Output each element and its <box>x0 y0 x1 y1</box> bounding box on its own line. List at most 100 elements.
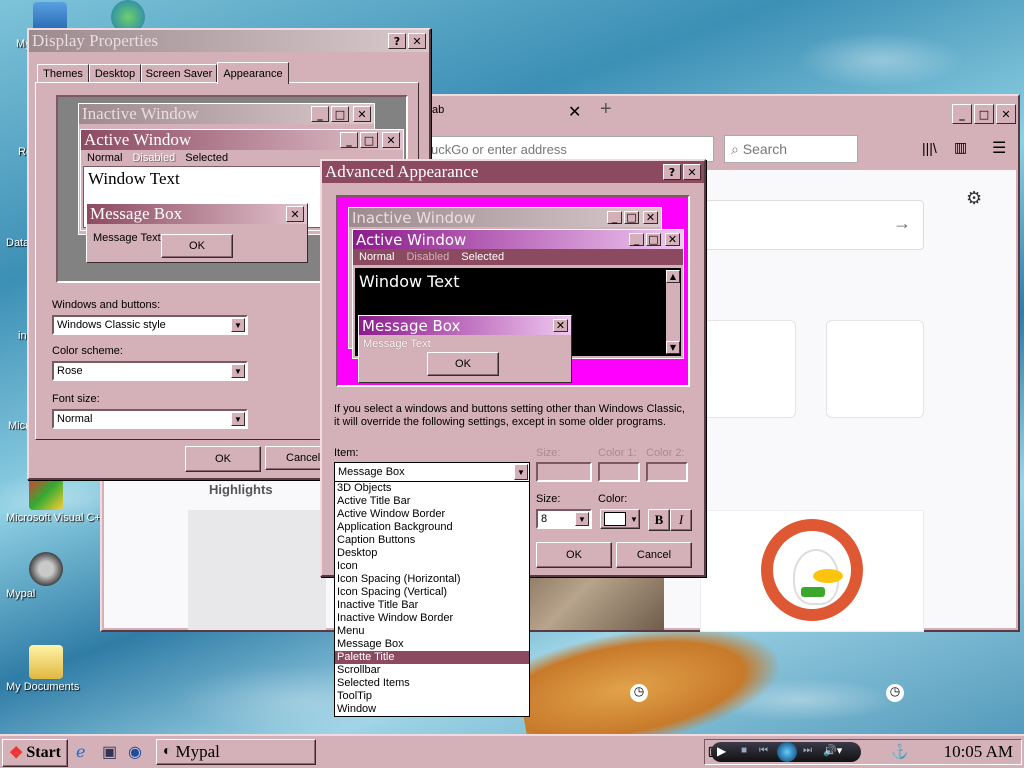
windows-buttons-select[interactable]: Windows Classic style ▼ <box>52 315 248 335</box>
list-item[interactable]: Scrollbar <box>335 664 529 677</box>
desktop-icon-mypal[interactable]: Mypal <box>6 552 86 600</box>
volume-icon[interactable]: 🔊▾ <box>823 744 842 757</box>
desktop-icon-data-label[interactable]: Data <box>6 237 29 249</box>
list-item[interactable]: ToolTip <box>335 690 529 703</box>
browser-tab-label[interactable]: ab <box>432 104 444 116</box>
tab-screen-saver[interactable]: Screen Saver <box>141 64 217 83</box>
minimize-button[interactable]: _ <box>952 104 972 124</box>
play-icon[interactable]: ▶ <box>717 744 726 758</box>
media-player-icon[interactable]: ◉ <box>128 742 142 762</box>
folder-icon <box>29 645 63 679</box>
list-item[interactable]: Inactive Title Bar <box>335 599 529 612</box>
mypal-icon: ◐ <box>163 744 172 759</box>
menu-icon[interactable]: ☰ <box>992 138 1006 158</box>
font-size-label: Size: <box>536 493 561 505</box>
arrow-right-icon: → <box>893 213 911 233</box>
sidebar-icon[interactable]: ▥ <box>954 139 967 156</box>
color-scheme-label: Color scheme: <box>52 345 123 357</box>
close-button[interactable]: ✕ <box>996 104 1016 124</box>
duckduckgo-logo-icon <box>761 519 863 621</box>
close-tab-icon[interactable]: ✕ <box>568 102 581 122</box>
cancel-button[interactable]: Cancel <box>616 542 692 568</box>
color1-picker[interactable] <box>598 462 640 482</box>
search-field[interactable]: → <box>704 200 924 250</box>
gear-icon[interactable]: ⚙ <box>966 188 982 209</box>
bold-button[interactable]: B <box>648 509 670 531</box>
taskbar: ❖Start ℯ ▣ ◉ ◐Mypal ⌨ ▶ ■ ⏮ ⏭ 🔊▾ ⚓ 10:05… <box>0 734 1024 768</box>
advanced-preview: Inactive Window _ □ ✕ Active Window _ □ ✕ No… <box>336 195 690 387</box>
font-color-label: Color: <box>598 493 628 505</box>
tab-themes[interactable]: Themes <box>37 64 89 83</box>
display-properties-titlebar[interactable]: Display Properties ? ✕ <box>29 30 429 52</box>
note-line1: If you select a windows and buttons sett… <box>334 403 685 415</box>
preview-message-box: Message Box ✕ Message Text OK <box>358 315 572 383</box>
network-icon[interactable]: ⚓ <box>891 743 908 760</box>
start-button[interactable]: ❖ Start <box>2 739 68 767</box>
tab-appearance[interactable]: Appearance <box>217 62 289 84</box>
font-size-select[interactable]: Normal ▼ <box>52 409 248 429</box>
list-item[interactable]: Window <box>335 703 529 716</box>
font-size-select[interactable]: 8 ▼ <box>536 509 592 529</box>
color2-label: Color 2: <box>646 447 685 459</box>
list-item[interactable]: 3D Objects <box>335 482 529 495</box>
list-item[interactable]: Icon Spacing (Vertical) <box>335 586 529 599</box>
previous-icon[interactable]: ⏮ <box>759 745 768 756</box>
windows-buttons-label: Windows and buttons: <box>52 299 161 311</box>
windows-logo-icon: ❖ <box>9 745 24 762</box>
new-tab-button[interactable]: + <box>600 98 612 121</box>
chevron-down-icon: ▼ <box>630 514 638 524</box>
list-item[interactable]: Icon Spacing (Horizontal) <box>335 573 529 586</box>
top-site-tile[interactable] <box>826 320 924 418</box>
play-pause-icon[interactable] <box>777 742 797 762</box>
ok-button[interactable]: OK <box>185 446 261 472</box>
color2-picker[interactable] <box>646 462 688 482</box>
list-item[interactable]: Active Window Border <box>335 508 529 521</box>
advanced-appearance-titlebar[interactable]: Advanced Appearance ? ✕ <box>322 161 704 183</box>
next-icon[interactable]: ⏭ <box>803 745 812 756</box>
list-item[interactable]: Inactive Window Border <box>335 612 529 625</box>
chevron-down-icon: ▼ <box>231 364 245 378</box>
list-item[interactable]: Desktop <box>335 547 529 560</box>
highlight-card[interactable] <box>188 510 326 630</box>
desktop-icon-my-documents[interactable]: My Documents <box>6 645 86 693</box>
desktop-icon-visual-cpp[interactable]: Microsoft Visual C++ 6.0 <box>6 476 126 524</box>
library-icon[interactable]: |||\ <box>922 140 937 156</box>
maximize-button[interactable]: □ <box>974 104 994 124</box>
stop-icon[interactable]: ■ <box>741 745 747 756</box>
list-item[interactable]: Message Box <box>335 638 529 651</box>
color1-label: Color 1: <box>598 447 637 459</box>
close-button[interactable]: ✕ <box>683 164 701 180</box>
help-button[interactable]: ? <box>663 164 681 180</box>
taskbar-task-mypal[interactable]: ◐ Mypal <box>156 739 316 765</box>
italic-button[interactable]: I <box>670 509 692 531</box>
chevron-down-icon: ▼ <box>514 464 528 480</box>
list-item[interactable]: Palette Title <box>335 651 529 664</box>
top-site-tile[interactable] <box>698 320 796 418</box>
list-item[interactable]: Selected Items <box>335 677 529 690</box>
clock[interactable]: 10:05 AM <box>944 742 1013 762</box>
close-button[interactable]: ✕ <box>408 33 426 49</box>
desktop-icon[interactable]: ▣ <box>102 742 117 762</box>
item-select[interactable]: Message Box ▼ <box>334 462 530 482</box>
list-item[interactable]: Menu <box>335 625 529 638</box>
list-item[interactable]: Caption Buttons <box>335 534 529 547</box>
item-dropdown-list[interactable]: 3D Objects Active Title Bar Active Window … <box>334 481 530 717</box>
media-controls[interactable]: ▶ ■ ⏮ ⏭ 🔊▾ <box>711 742 861 762</box>
preview-scrollbar: ▲ ▼ <box>666 270 680 354</box>
search-box[interactable]: ⌕ Search <box>724 135 858 163</box>
item-label: Item: <box>334 447 359 459</box>
mypal-icon <box>29 552 63 586</box>
list-item[interactable]: Icon <box>335 560 529 573</box>
ok-button[interactable]: OK <box>536 542 612 568</box>
list-item[interactable]: Application Background <box>335 521 529 534</box>
tab-desktop[interactable]: Desktop <box>89 64 141 83</box>
internet-explorer-icon[interactable]: ℯ <box>76 742 85 762</box>
font-size-label: Font size: <box>52 393 100 405</box>
desktop-icon-microsoft-label[interactable]: Micr <box>8 420 29 432</box>
size-spinner[interactable] <box>536 462 592 482</box>
color-scheme-select[interactable]: Rose ▼ <box>52 361 248 381</box>
font-color-picker[interactable]: ▼ <box>600 509 640 529</box>
highlight-card[interactable] <box>700 510 924 632</box>
help-button[interactable]: ? <box>388 33 406 49</box>
list-item[interactable]: Active Title Bar <box>335 495 529 508</box>
